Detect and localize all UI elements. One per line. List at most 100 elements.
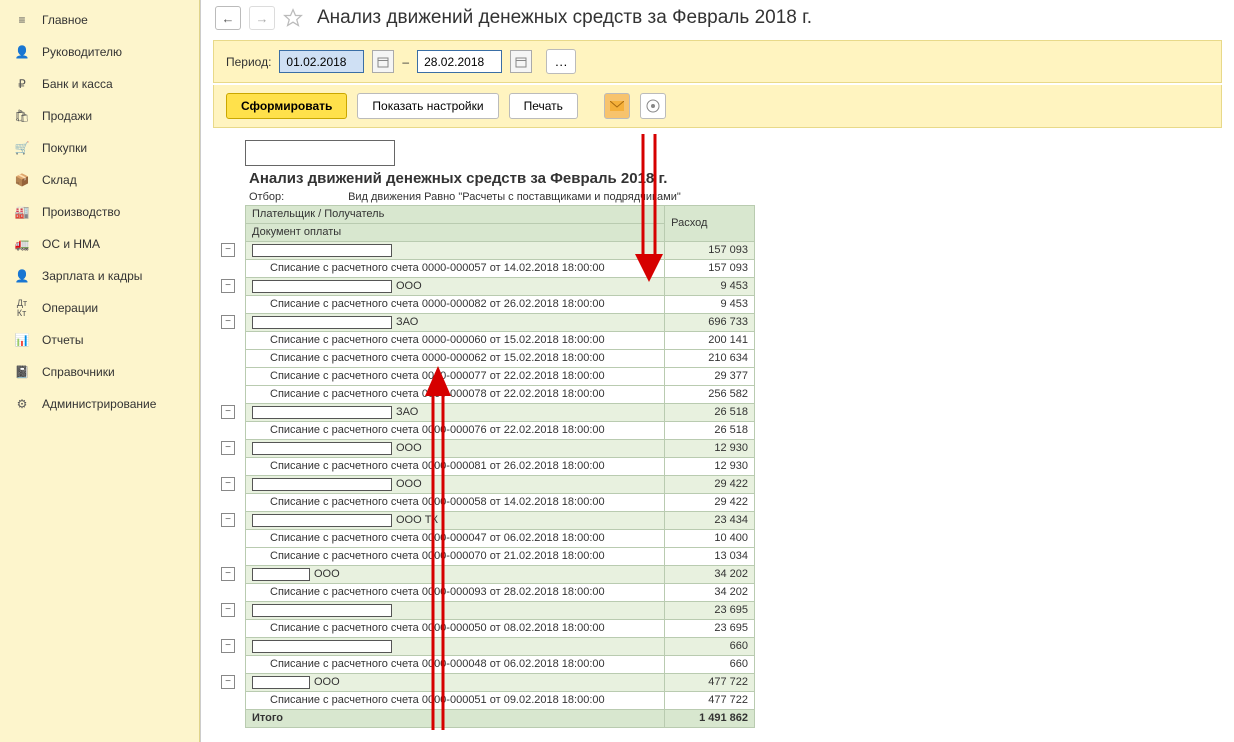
group-row[interactable]: 157 093 [246,242,755,260]
group-row[interactable]: ЗАО26 518 [246,404,755,422]
tree-toggle[interactable] [221,405,235,419]
sidebar-item-label: Справочники [42,365,115,379]
menu-icon: ≡ [14,12,30,28]
sidebar-item-bank[interactable]: ₽ Банк и касса [0,68,199,100]
redacted-name-box [252,676,310,689]
sidebar-item-label: ОС и НМА [42,237,100,251]
redacted-name-box [252,478,392,491]
favorite-star-icon[interactable] [283,8,303,28]
sidebar-item-label: Банк и касса [42,77,113,91]
date-to-input[interactable] [417,50,502,73]
sidebar-item-sales[interactable]: 🛍 Продажи [0,100,199,132]
group-row[interactable]: 660 [246,638,755,656]
tree-toggle[interactable] [221,441,235,455]
group-total: 696 733 [665,314,755,332]
detail-doc: Списание с расчетного счета 0000-000057 … [246,260,665,278]
group-total: 477 722 [665,674,755,692]
group-row[interactable]: ООО 34 202 [246,566,755,584]
show-settings-button[interactable]: Показать настройки [357,93,498,119]
sidebar-item-catalogs[interactable]: 📓 Справочники [0,356,199,388]
detail-doc: Списание с расчетного счета 0000-000058 … [246,494,665,512]
tree-toggle[interactable] [221,513,235,527]
filter-value: Вид движения Равно "Расчеты с поставщика… [348,191,681,203]
detail-row[interactable]: Списание с расчетного счета 0000-000093 … [246,584,755,602]
detail-row[interactable]: Списание с расчетного счета 0000-000058 … [246,494,755,512]
detail-row[interactable]: Списание с расчетного счета 0000-000077 … [246,368,755,386]
sidebar-item-warehouse[interactable]: 📦 Склад [0,164,199,196]
sidebar-item-assets[interactable]: 🚛 ОС и НМА [0,228,199,260]
detail-row[interactable]: Списание с расчетного счета 0000-000070 … [246,548,755,566]
detail-row[interactable]: Списание с расчетного счета 0000-000076 … [246,422,755,440]
group-row[interactable]: 23 695 [246,602,755,620]
report-area[interactable]: Анализ движений денежных средств за Февр… [213,134,1222,730]
save-button[interactable] [640,93,666,119]
col-doc-header: Документ оплаты [246,224,665,242]
sidebar-item-label: Руководителю [42,45,122,59]
sidebar-item-hr[interactable]: 👤 Зарплата и кадры [0,260,199,292]
group-row[interactable]: ООО29 422 [246,476,755,494]
tree-toggle[interactable] [221,279,235,293]
period-more-button[interactable]: … [546,49,576,74]
person-icon: 👤 [14,268,30,284]
tree-toggle[interactable] [221,639,235,653]
sidebar-item-production[interactable]: 🏭 Производство [0,196,199,228]
sidebar-item-admin[interactable]: ⚙ Администрирование [0,388,199,420]
tree-toggle[interactable] [221,477,235,491]
detail-row[interactable]: Списание с расчетного счета 0000-000057 … [246,260,755,278]
detail-sum: 660 [665,656,755,674]
tree-toggle[interactable] [221,675,235,689]
group-row[interactable]: ООО ТК23 434 [246,512,755,530]
nav-back-button[interactable]: ← [215,6,241,30]
detail-row[interactable]: Списание с расчетного счета 0000-000060 … [246,332,755,350]
tree-toggle[interactable] [221,315,235,329]
nav-forward-button[interactable]: → [249,6,275,30]
detail-row[interactable]: Списание с расчетного счета 0000-000051 … [246,692,755,710]
group-row[interactable]: ООО12 930 [246,440,755,458]
tree-toggle[interactable] [221,567,235,581]
sidebar-item-purchases[interactable]: 🛒 Покупки [0,132,199,164]
tree-toggle[interactable] [221,603,235,617]
print-button[interactable]: Печать [509,93,578,119]
sidebar: ≡ Главное 👤 Руководителю ₽ Банк и касса … [0,0,200,742]
group-row[interactable]: ООО477 722 [246,674,755,692]
detail-doc: Списание с расчетного счета 0000-000048 … [246,656,665,674]
redacted-name-box [252,442,392,455]
detail-row[interactable]: Списание с расчетного счета 0000-000078 … [246,386,755,404]
detail-doc: Списание с расчетного счета 0000-000082 … [246,296,665,314]
box-icon: 📦 [14,172,30,188]
calendar-to-button[interactable] [510,50,532,73]
book-icon: 📓 [14,364,30,380]
group-total: 34 202 [665,566,755,584]
group-name-suffix: ЗАО [396,405,418,420]
detail-row[interactable]: Списание с расчетного счета 0000-000082 … [246,296,755,314]
detail-row[interactable]: Списание с расчетного счета 0000-000048 … [246,656,755,674]
report-grid[interactable]: Плательщик / ПолучательРасходДокумент оп… [245,205,755,728]
report-blank-header-box [245,140,395,166]
report-filter-line: Отбор: Вид движения Равно "Расчеты с пос… [245,191,1222,203]
send-email-button[interactable] [604,93,630,119]
detail-row[interactable]: Списание с расчетного счета 0000-000081 … [246,458,755,476]
run-report-button[interactable]: Сформировать [226,93,347,119]
group-name-suffix: ЗАО [396,315,418,330]
group-name-suffix: ООО [314,567,340,582]
detail-row[interactable]: Списание с расчетного счета 0000-000047 … [246,530,755,548]
detail-doc: Списание с расчетного счета 0000-000047 … [246,530,665,548]
sidebar-item-operations[interactable]: ДтКт Операции [0,292,199,324]
calendar-from-button[interactable] [372,50,394,73]
detail-row[interactable]: Списание с расчетного счета 0000-000050 … [246,620,755,638]
group-row[interactable]: ООО9 453 [246,278,755,296]
sidebar-item-manager[interactable]: 👤 Руководителю [0,36,199,68]
period-dash: – [402,55,409,69]
detail-sum: 34 202 [665,584,755,602]
report-title: Анализ движений денежных средств за Февр… [249,170,1222,187]
main-area: ← → Анализ движений денежных средств за … [200,0,1234,742]
redacted-name-box [252,244,392,257]
tree-toggle[interactable] [221,243,235,257]
sidebar-item-main[interactable]: ≡ Главное [0,4,199,36]
action-bar: Сформировать Показать настройки Печать [213,85,1222,128]
sidebar-item-reports[interactable]: 📊 Отчеты [0,324,199,356]
group-name-suffix: ООО [396,441,422,456]
group-row[interactable]: ЗАО 696 733 [246,314,755,332]
detail-row[interactable]: Списание с расчетного счета 0000-000062 … [246,350,755,368]
date-from-input[interactable] [279,50,364,73]
